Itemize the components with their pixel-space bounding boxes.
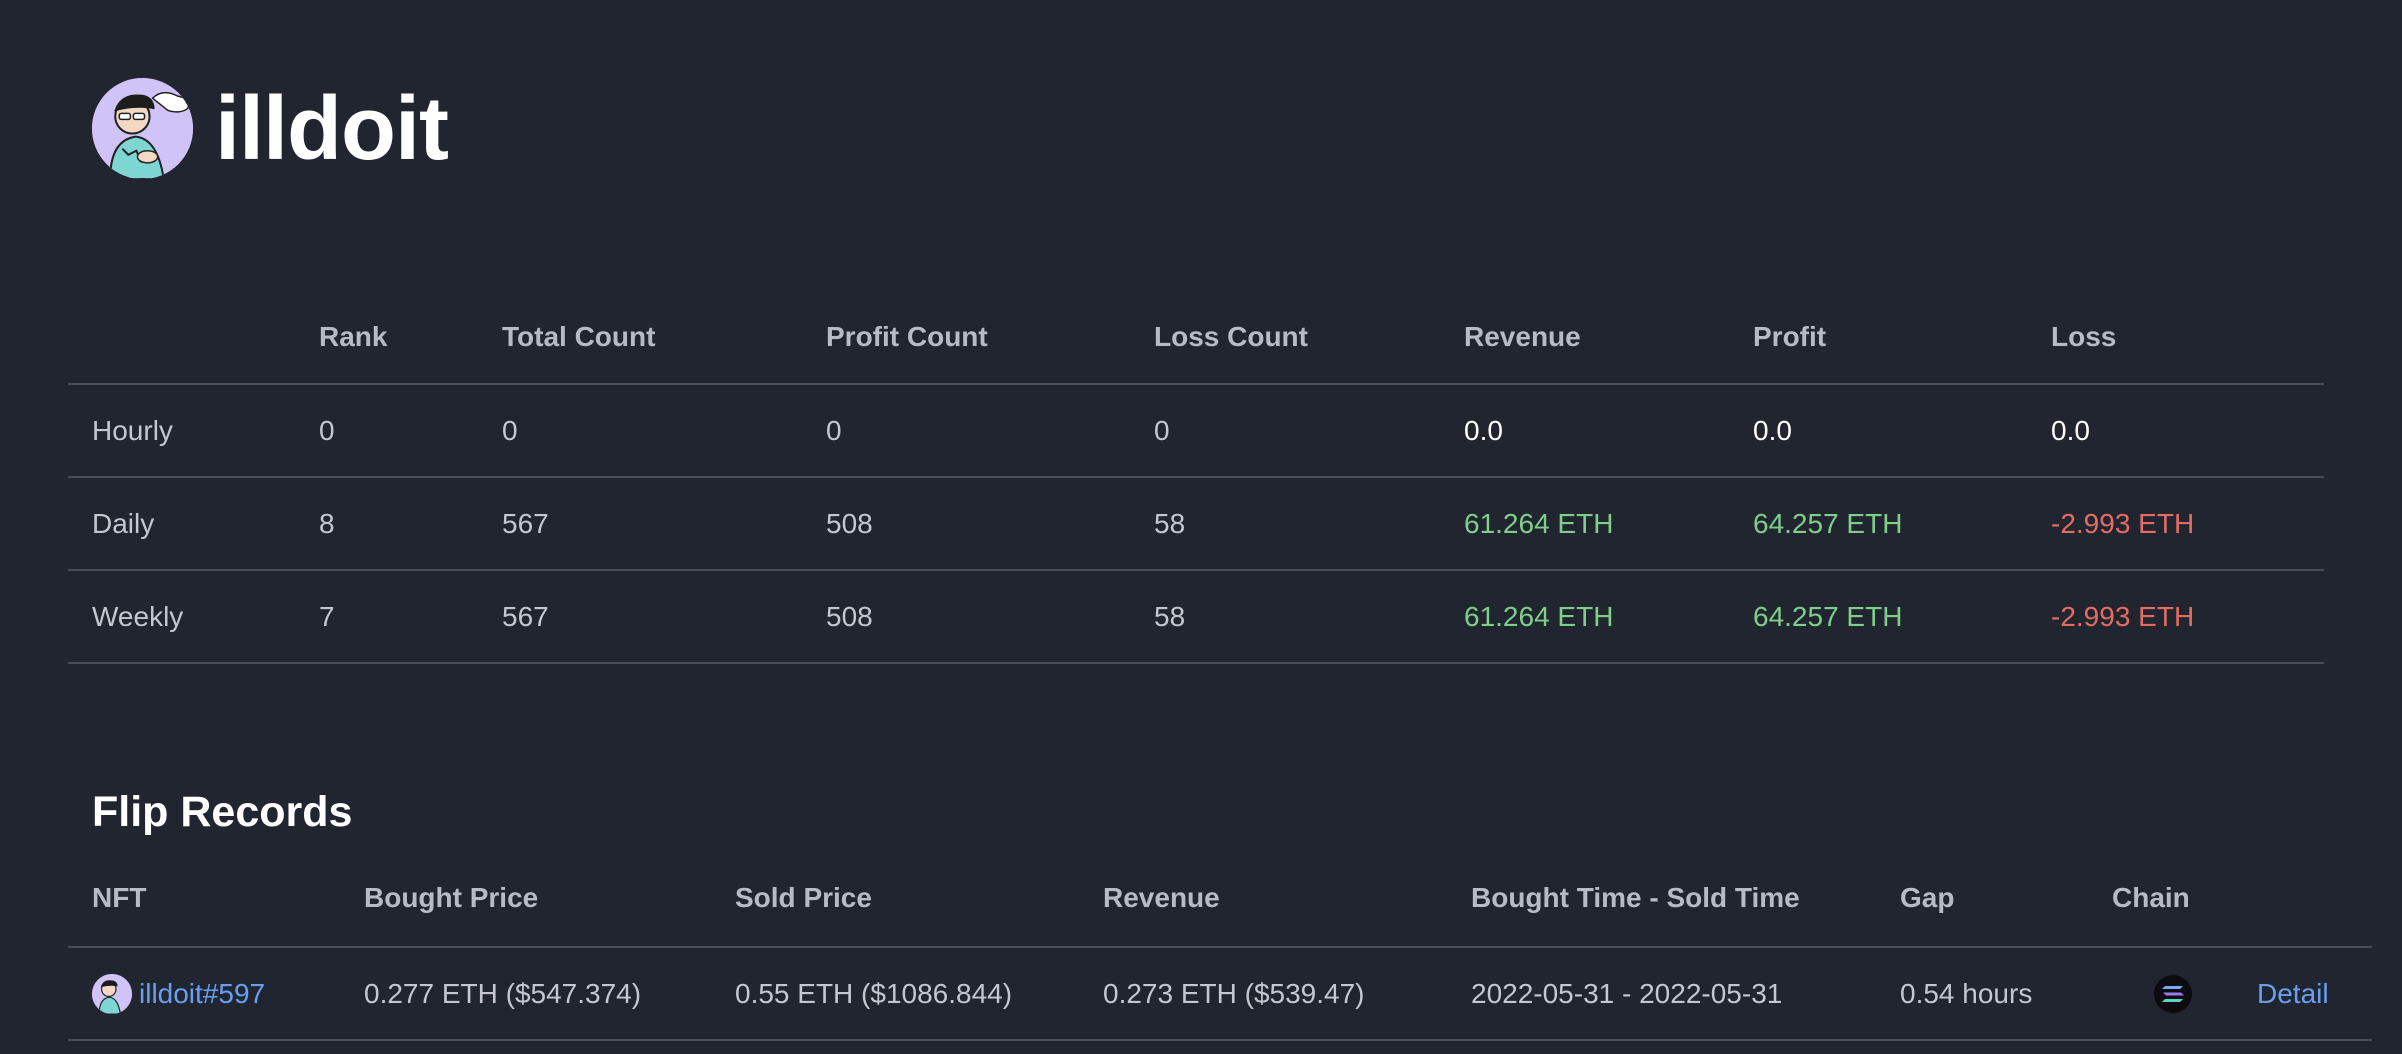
- nft-thumbnail-icon: [92, 973, 132, 1014]
- column-header-nft: NFT: [92, 882, 147, 913]
- table-row: illdoit#597 0.277 ETH ($547.374) 0.55 ET…: [68, 948, 2372, 1041]
- profile-name: illdoit: [215, 78, 449, 179]
- total-count-value: 0: [502, 414, 518, 446]
- rank-value: 8: [319, 507, 335, 539]
- rank-value: 7: [319, 600, 335, 632]
- profit-value: 0.0: [1753, 414, 1792, 446]
- gap-value: 0.54 hours: [1900, 977, 2033, 1009]
- revenue-value: 61.264 ETH: [1464, 600, 1614, 632]
- revenue-value: 61.264 ETH: [1464, 507, 1614, 539]
- profit-count-value: 0: [826, 414, 842, 446]
- column-header-loss: Loss: [2051, 321, 2117, 352]
- column-header-sold-price: Sold Price: [735, 882, 872, 913]
- flip-records-table: NFT Bought Price Sold Price Revenue Boug…: [68, 870, 2372, 1041]
- revenue-value: 0.273 ETH ($539.47): [1103, 977, 1365, 1009]
- column-header-bought-price: Bought Price: [364, 882, 539, 913]
- chain-cell: [2112, 948, 2192, 1039]
- loss-count-value: 58: [1154, 600, 1186, 632]
- profit-value: 64.257 ETH: [1753, 600, 1903, 632]
- sold-price-value: 0.55 ETH ($1086.844): [735, 977, 1013, 1009]
- time-range-value: 2022-05-31 - 2022-05-31: [1471, 977, 1783, 1009]
- column-header-revenue: Revenue: [1464, 321, 1581, 352]
- loss-value: -2.993 ETH: [2051, 507, 2195, 539]
- loss-value: -2.993 ETH: [2051, 600, 2195, 632]
- column-header-loss-count: Loss Count: [1154, 321, 1308, 352]
- column-header-total-count: Total Count: [502, 321, 656, 352]
- row-label: Weekly: [92, 600, 184, 632]
- detail-link[interactable]: Detail: [2257, 978, 2329, 1010]
- loss-value: 0.0: [2051, 414, 2090, 446]
- loss-count-value: 0: [1154, 414, 1170, 446]
- profile-header: illdoit: [92, 78, 449, 179]
- revenue-value: 0.0: [1464, 414, 1503, 446]
- row-label: Hourly: [92, 414, 173, 446]
- stats-row-hourly: Hourly 0 0 0 0 0.0 0.0 0.0: [68, 385, 2324, 478]
- cartoon-avatar-icon: [92, 78, 193, 179]
- column-header-time-range: Bought Time - Sold Time: [1471, 882, 1800, 913]
- profit-count-value: 508: [826, 600, 873, 632]
- column-header-revenue: Revenue: [1103, 882, 1220, 913]
- stats-row-daily: Daily 8 567 508 58 61.264 ETH 64.257 ETH…: [68, 478, 2324, 571]
- stats-row-weekly: Weekly 7 567 508 58 61.264 ETH 64.257 ET…: [68, 571, 2324, 664]
- column-header-gap: Gap: [1900, 882, 1955, 913]
- column-header-profit: Profit: [1753, 321, 1827, 352]
- nft-cell: illdoit#597: [92, 948, 265, 1039]
- total-count-value: 567: [502, 600, 549, 632]
- rank-value: 0: [319, 414, 335, 446]
- bought-price-value: 0.277 ETH ($547.374): [364, 977, 642, 1009]
- column-header-chain: Chain: [2112, 882, 2190, 913]
- nft-link[interactable]: illdoit#597: [92, 973, 266, 1014]
- detail-cell: Detail: [2257, 948, 2329, 1039]
- nft-name: illdoit#597: [139, 977, 266, 1009]
- profit-count-value: 508: [826, 507, 873, 539]
- stats-table: Rank Total Count Profit Count Loss Count…: [68, 290, 2324, 664]
- flip-records-title: Flip Records: [92, 788, 353, 836]
- row-label: Daily: [92, 507, 155, 539]
- column-header-rank: Rank: [319, 321, 388, 352]
- column-header-profit-count: Profit Count: [826, 321, 988, 352]
- total-count-value: 567: [502, 507, 549, 539]
- page: illdoit Rank Total Count Profit Count Lo…: [0, 0, 2402, 1054]
- chain-logo-icon: [2154, 974, 2192, 1013]
- stats-table-header: Rank Total Count Profit Count Loss Count…: [68, 290, 2324, 385]
- profit-value: 64.257 ETH: [1753, 507, 1903, 539]
- flip-records-header: NFT Bought Price Sold Price Revenue Boug…: [68, 870, 2372, 948]
- loss-count-value: 58: [1154, 507, 1186, 539]
